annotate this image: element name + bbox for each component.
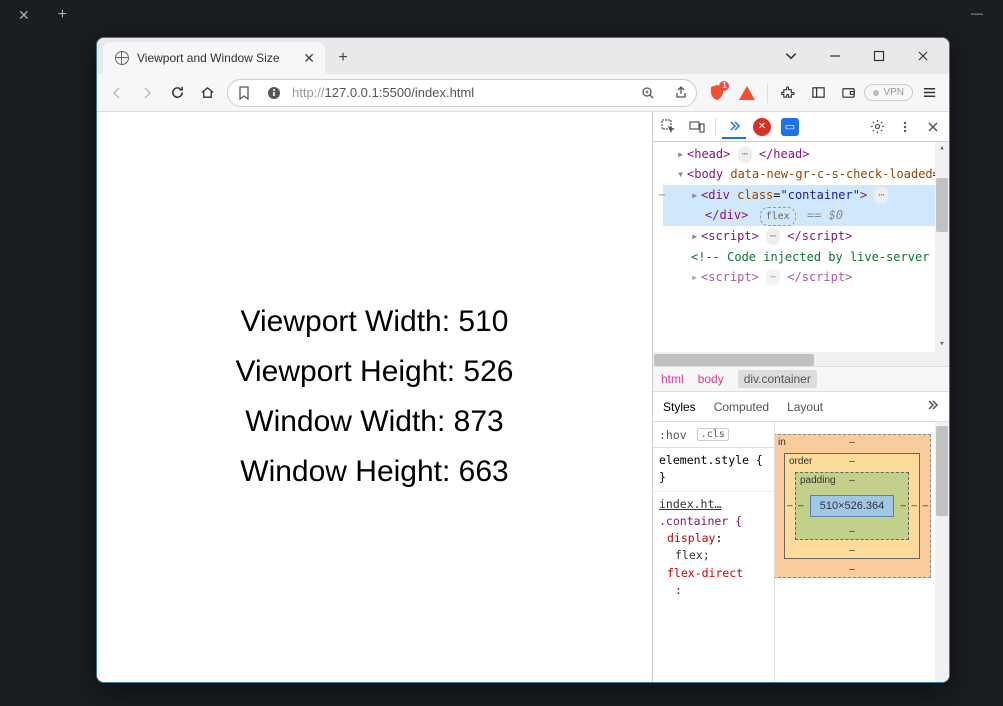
vpn-button[interactable]: VPN [864, 84, 913, 101]
devtools-settings-icon[interactable] [865, 115, 889, 139]
box-model-content-size: 510×526.364 [810, 495, 894, 517]
reload-button[interactable] [163, 79, 191, 107]
bookmark-icon[interactable] [232, 86, 256, 100]
viewport-width-text: Viewport Width: 510 [236, 305, 514, 339]
outer-new-tab[interactable]: + [48, 6, 77, 24]
new-tab-button[interactable]: + [329, 44, 357, 72]
globe-icon [115, 51, 129, 65]
site-info-icon[interactable] [264, 86, 284, 100]
styles-tabs-more-icon[interactable] [925, 398, 939, 415]
share-icon[interactable] [668, 86, 692, 100]
styles-pane[interactable]: :hov .cls element.style { } index.ht… .c… [653, 422, 775, 682]
cls-toggle[interactable]: .cls [697, 428, 729, 441]
url-text: http://127.0.0.1:5500/index.html [292, 85, 628, 100]
console-messages-badge[interactable]: ▭ [778, 115, 802, 139]
source-link[interactable]: index.ht… [659, 496, 768, 513]
inspect-element-icon[interactable] [657, 115, 681, 139]
sidebar-icon[interactable] [804, 79, 832, 107]
window-height-text: Window Height: 663 [236, 455, 514, 489]
separator [767, 83, 768, 103]
extensions-icon[interactable] [774, 79, 802, 107]
outer-tab-close[interactable]: ✕ [8, 7, 40, 24]
tab-styles[interactable]: Styles [663, 400, 696, 414]
home-button[interactable] [193, 79, 221, 107]
toolbar: http://127.0.0.1:5500/index.html 1 VPN [97, 74, 949, 112]
window-minimize[interactable] [813, 40, 857, 72]
breadcrumb-body[interactable]: body [698, 372, 724, 386]
tab-computed[interactable]: Computed [714, 400, 769, 414]
tab-search-chevron[interactable] [769, 40, 813, 72]
zoom-icon[interactable] [636, 86, 660, 100]
outer-window-minimize[interactable]: — [971, 6, 983, 20]
wallet-icon[interactable] [834, 79, 862, 107]
tab-active[interactable]: Viewport and Window Size ✕ [103, 42, 325, 74]
shield-count: 1 [719, 81, 729, 91]
tab-bar: Viewport and Window Size ✕ + [97, 38, 949, 74]
elements-dom-tree[interactable]: ▸<head> ⋯ </head> ▾<body data-new-gr-c-s… [653, 142, 949, 352]
window-width-text: Window Width: 873 [236, 405, 514, 439]
breadcrumb-selected[interactable]: div.container [738, 370, 817, 388]
url-bar[interactable]: http://127.0.0.1:5500/index.html [227, 79, 697, 107]
console-errors-badge[interactable]: ✕ [750, 115, 774, 139]
dom-breadcrumb[interactable]: html body div.container [653, 366, 949, 392]
devtools-panel: ✕ ▭ ▸<head> ⋯ </head> ▾<body data-new-gr… [652, 112, 949, 682]
page-content: Viewport Width: 510 Viewport Height: 526… [97, 112, 652, 682]
flex-badge[interactable]: flex [760, 207, 796, 226]
dom-horizontal-scrollbar[interactable] [653, 352, 949, 366]
forward-button[interactable] [133, 79, 161, 107]
browser-window: Viewport and Window Size ✕ + http://127.… [96, 37, 950, 683]
breadcrumb-html[interactable]: html [661, 372, 684, 386]
window-close[interactable] [901, 40, 945, 72]
tab-layout[interactable]: Layout [787, 400, 823, 414]
devtools-more-icon[interactable] [893, 115, 917, 139]
hov-toggle[interactable]: :hov [659, 428, 687, 442]
device-toolbar-icon[interactable] [685, 115, 709, 139]
devtools-tab-more[interactable] [722, 115, 746, 139]
dom-vertical-scrollbar[interactable]: ▴ ▾ [935, 142, 949, 352]
styles-tabs: Styles Computed Layout [653, 392, 949, 422]
devtools-close-icon[interactable] [921, 115, 945, 139]
back-button[interactable] [103, 79, 131, 107]
devtools-toolbar: ✕ ▭ [653, 112, 949, 142]
dom-row-actions-icon[interactable]: ⋯ [659, 187, 665, 204]
tab-title: Viewport and Window Size [137, 51, 293, 65]
brave-rewards-icon[interactable] [733, 79, 761, 107]
shield-button[interactable]: 1 [703, 79, 731, 107]
tab-close-icon[interactable]: ✕ [301, 50, 317, 67]
boxmodel-scrollbar[interactable] [935, 422, 949, 682]
menu-button[interactable] [915, 79, 943, 107]
viewport-height-text: Viewport Height: 526 [236, 355, 514, 389]
window-maximize[interactable] [857, 40, 901, 72]
box-model-pane[interactable]: in – – – order – – – – paddi [775, 422, 949, 682]
